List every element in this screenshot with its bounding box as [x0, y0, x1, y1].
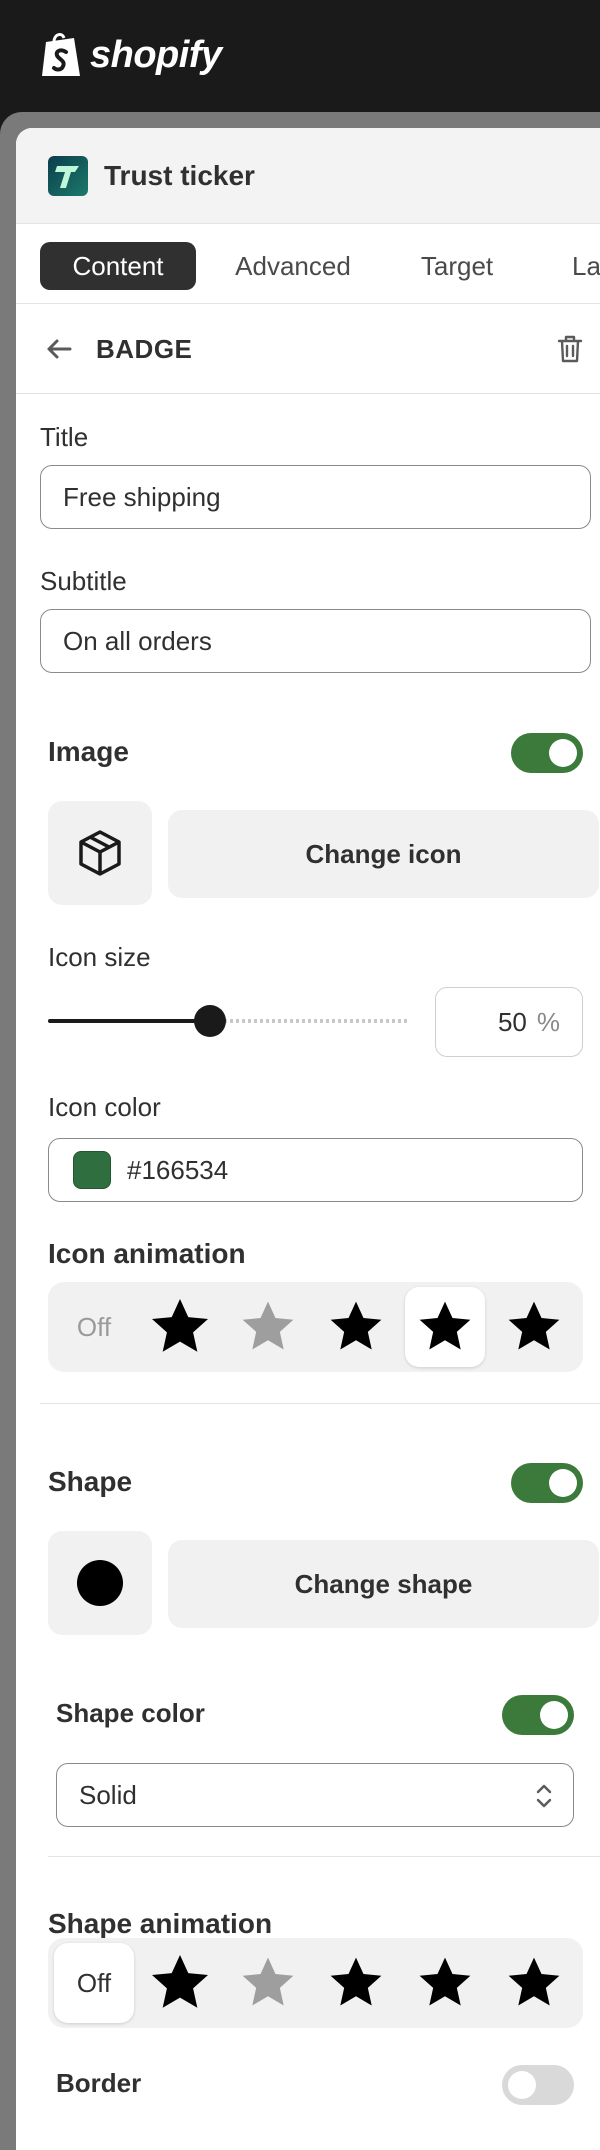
- subtitle-input[interactable]: On all orders: [40, 609, 591, 673]
- shopify-bag-icon: [42, 33, 80, 76]
- animation-option-3[interactable]: [316, 1943, 396, 2023]
- off-label: Off: [76, 1967, 112, 1998]
- animation-option-3[interactable]: [316, 1287, 396, 1367]
- section-divider: [48, 1856, 600, 1857]
- tab-bar: Content Advanced Target La: [16, 224, 600, 304]
- icon-size-slider[interactable]: [48, 1005, 410, 1037]
- animation-option-1[interactable]: [140, 1287, 220, 1367]
- top-bar: shopify: [0, 0, 600, 112]
- image-section-title: Image: [48, 736, 129, 767]
- shape-toggle[interactable]: [511, 1463, 583, 1503]
- icon-color-value: #166534: [127, 1154, 229, 1185]
- shape-color-label: Shape color: [56, 1698, 205, 1728]
- logo-text: shopify: [90, 33, 222, 76]
- star-spin-icon: [419, 1301, 471, 1350]
- border-toggle[interactable]: [502, 2065, 574, 2105]
- icon-animation-label: Icon animation: [48, 1238, 246, 1269]
- tab-target[interactable]: Target: [402, 242, 512, 290]
- tab-layout[interactable]: La: [572, 242, 600, 290]
- tab-content[interactable]: Content: [40, 242, 196, 290]
- tab-advanced[interactable]: Advanced: [218, 242, 368, 290]
- icon-size-label: Icon size: [48, 942, 151, 972]
- star-fade-icon: [242, 1957, 294, 2006]
- icon-size-unit: %: [536, 1006, 560, 1037]
- star-fade-icon: [242, 1301, 294, 1350]
- shape-animation-label: Shape animation: [48, 1908, 273, 1939]
- toggle-knob: [540, 1701, 568, 1729]
- star-pulse-icon: [330, 1957, 382, 2006]
- slider-rest: [218, 1019, 410, 1023]
- app-header: Trust ticker: [16, 128, 600, 224]
- badge-label: BADGE: [96, 334, 193, 364]
- toggle-knob: [549, 739, 577, 767]
- border-label: Border: [56, 2068, 142, 2098]
- star-bounce-icon: [152, 1955, 208, 2008]
- toggle-knob: [549, 1469, 577, 1497]
- icon-preview[interactable]: [48, 801, 152, 905]
- trash-icon[interactable]: [556, 334, 584, 364]
- package-box-icon: [79, 830, 121, 876]
- icon-size-value: 50: [497, 1006, 527, 1037]
- animation-off-option[interactable]: Off: [54, 1943, 134, 2023]
- slider-thumb[interactable]: [194, 1005, 226, 1037]
- circle-shape-icon: [77, 1560, 123, 1606]
- shape-color-toggle[interactable]: [502, 1695, 574, 1735]
- animation-option-5[interactable]: [494, 1943, 574, 2023]
- animation-off-option[interactable]: Off: [54, 1287, 134, 1367]
- shopify-logo[interactable]: shopify: [40, 30, 222, 80]
- shape-preview[interactable]: [48, 1531, 152, 1635]
- icon-color-label: Icon color: [48, 1092, 161, 1122]
- animation-option-1[interactable]: [140, 1943, 220, 2023]
- animation-option-5[interactable]: [494, 1287, 574, 1367]
- editor-panel: Trust ticker Content Advanced Target La …: [16, 128, 600, 2150]
- shape-animation-picker: Off: [48, 1938, 583, 2028]
- color-swatch[interactable]: [73, 1151, 111, 1189]
- star-bounce-icon: [152, 1299, 208, 1352]
- select-chevron-icon: [536, 1784, 552, 1808]
- star-shake-icon: [508, 1957, 560, 2006]
- star-spin-icon: [419, 1957, 471, 2006]
- icon-size-input[interactable]: 50 %: [435, 987, 583, 1057]
- animation-option-2[interactable]: [228, 1287, 308, 1367]
- animation-option-4[interactable]: [405, 1943, 485, 2023]
- select-value: Solid: [79, 1779, 137, 1810]
- animation-option-4[interactable]: [405, 1287, 485, 1367]
- arrow-left-icon[interactable]: [44, 334, 74, 364]
- change-icon-button[interactable]: Change icon: [168, 810, 599, 898]
- off-label: Off: [76, 1311, 112, 1342]
- star-shake-icon: [508, 1301, 560, 1350]
- icon-animation-picker: Off: [48, 1282, 583, 1372]
- trust-ticker-app-icon: [48, 156, 88, 196]
- change-shape-button[interactable]: Change shape: [168, 1540, 599, 1628]
- image-toggle[interactable]: [511, 733, 583, 773]
- star-pulse-icon: [330, 1301, 382, 1350]
- title-input[interactable]: Free shipping: [40, 465, 591, 529]
- section-divider: [40, 1403, 600, 1404]
- toggle-knob: [508, 2071, 536, 2099]
- app-title: Trust ticker: [104, 160, 255, 191]
- title-label: Title: [40, 422, 89, 452]
- shape-section-title: Shape: [48, 1466, 133, 1497]
- subtitle-label: Subtitle: [40, 566, 127, 596]
- slider-fill: [48, 1019, 210, 1023]
- icon-color-input[interactable]: #166534: [48, 1138, 583, 1202]
- shape-color-select[interactable]: Solid: [56, 1763, 574, 1827]
- animation-option-2[interactable]: [228, 1943, 308, 2023]
- badge-header: BADGE: [16, 304, 600, 394]
